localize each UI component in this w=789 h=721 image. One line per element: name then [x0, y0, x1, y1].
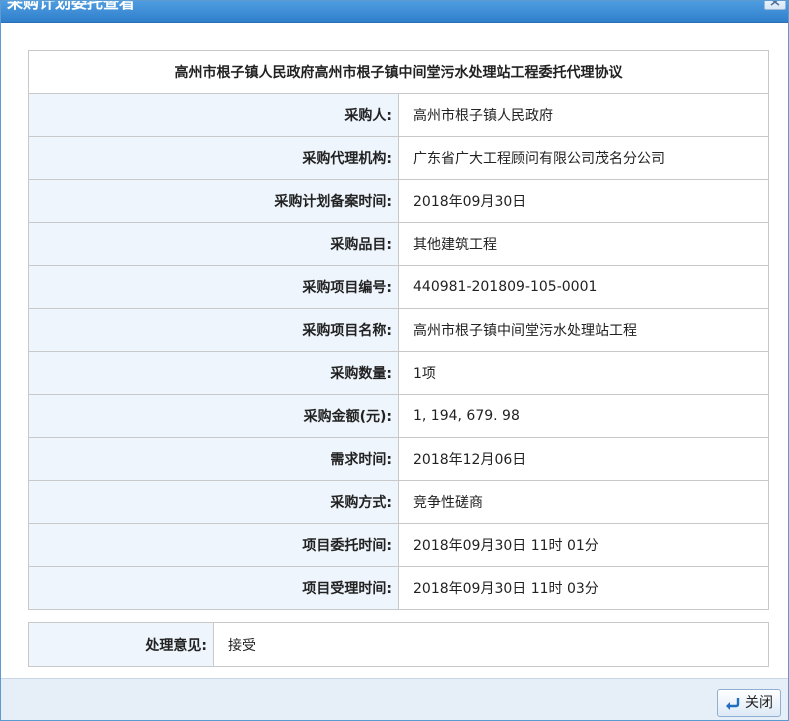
- table-row: 需求时间: 2018年12月06日: [28, 437, 769, 481]
- field-value: 1项: [398, 351, 769, 395]
- table-row: 采购数量: 1项: [28, 351, 769, 395]
- opinion-value: 接受: [213, 622, 769, 667]
- field-label: 采购代理机构:: [28, 136, 399, 180]
- field-label: 采购项目名称:: [28, 308, 399, 352]
- table-heading-row: 高州市根子镇人民政府高州市根子镇中间堂污水处理站工程委托代理协议: [28, 50, 769, 94]
- close-button-label: 关闭: [745, 695, 773, 711]
- field-value: 2018年09月30日 11时 03分: [398, 566, 769, 610]
- close-button[interactable]: 关闭: [717, 689, 781, 717]
- field-value: 竞争性磋商: [398, 480, 769, 524]
- field-label: 项目委托时间:: [28, 523, 399, 567]
- table-row: 采购人: 高州市根子镇人民政府: [28, 93, 769, 137]
- field-label: 项目受理时间:: [28, 566, 399, 610]
- field-value: 440981-201809-105-0001: [398, 265, 769, 309]
- dialog-window: 采购计划委托查看 高州市根子镇人民政府高州市根子镇中间堂污水处理站工程委托代理协…: [0, 0, 789, 721]
- field-value: 高州市根子镇中间堂污水处理站工程: [398, 308, 769, 352]
- field-label: 采购金额(元):: [28, 394, 399, 438]
- dialog-content: 高州市根子镇人民政府高州市根子镇中间堂污水处理站工程委托代理协议 采购人: 高州…: [1, 23, 788, 678]
- field-value: 2018年09月30日: [398, 179, 769, 223]
- field-label: 采购计划备案时间:: [28, 179, 399, 223]
- field-label: 采购人:: [28, 93, 399, 137]
- field-value: 高州市根子镇人民政府: [398, 93, 769, 137]
- field-value: 广东省广大工程顾问有限公司茂名分公司: [398, 136, 769, 180]
- opinion-table: 处理意见: 接受: [28, 622, 769, 667]
- table-row: 采购金额(元): 1, 194, 679. 98: [28, 394, 769, 438]
- field-label: 采购品目:: [28, 222, 399, 266]
- field-value: 2018年09月30日 11时 01分: [398, 523, 769, 567]
- field-value: 2018年12月06日: [398, 437, 769, 481]
- title-bar[interactable]: 采购计划委托查看: [1, 0, 788, 23]
- return-arrow-icon: [726, 698, 740, 710]
- field-value: 其他建筑工程: [398, 222, 769, 266]
- field-label: 采购数量:: [28, 351, 399, 395]
- table-row: 采购项目编号: 440981-201809-105-0001: [28, 265, 769, 309]
- table-row: 处理意见: 接受: [28, 622, 769, 667]
- close-icon: [770, 1, 780, 6]
- field-label: 需求时间:: [28, 437, 399, 481]
- field-value: 1, 194, 679. 98: [398, 394, 769, 438]
- table-row: 采购代理机构: 广东省广大工程顾问有限公司茂名分公司: [28, 136, 769, 180]
- opinion-label: 处理意见:: [28, 622, 214, 667]
- field-label: 采购方式:: [28, 480, 399, 524]
- table-row: 采购计划备案时间: 2018年09月30日: [28, 179, 769, 223]
- window-title: 采购计划委托查看: [7, 0, 136, 12]
- commission-info-table: 高州市根子镇人民政府高州市根子镇中间堂污水处理站工程委托代理协议 采购人: 高州…: [28, 50, 769, 610]
- table-row: 项目委托时间: 2018年09月30日 11时 01分: [28, 523, 769, 567]
- agreement-title: 高州市根子镇人民政府高州市根子镇中间堂污水处理站工程委托代理协议: [28, 50, 769, 94]
- dialog-footer: 关闭: [1, 678, 788, 720]
- table-row: 采购方式: 竞争性磋商: [28, 480, 769, 524]
- window-close-button[interactable]: [764, 1, 786, 10]
- table-row: 采购项目名称: 高州市根子镇中间堂污水处理站工程: [28, 308, 769, 352]
- table-row: 采购品目: 其他建筑工程: [28, 222, 769, 266]
- table-row: 项目受理时间: 2018年09月30日 11时 03分: [28, 566, 769, 610]
- field-label: 采购项目编号:: [28, 265, 399, 309]
